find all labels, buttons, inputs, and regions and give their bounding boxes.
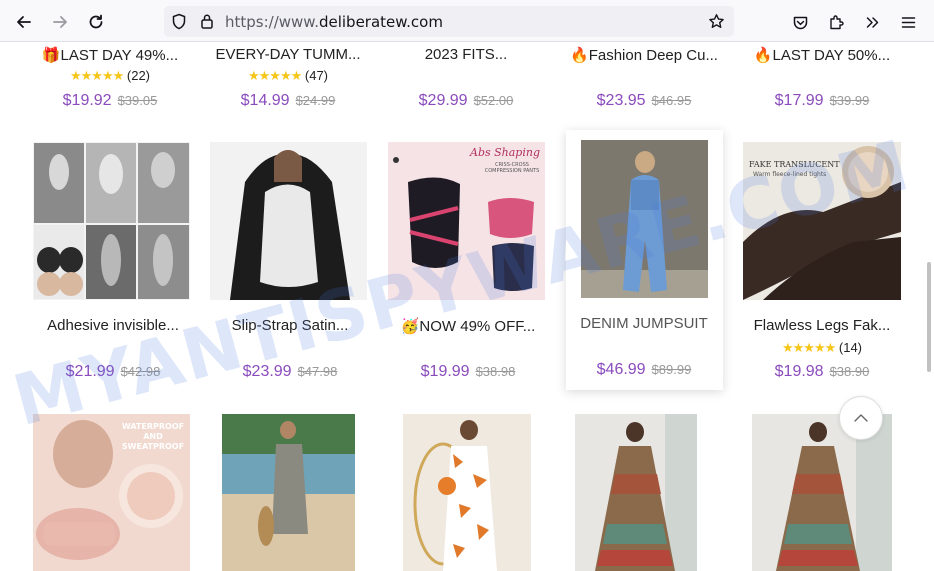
product-image[interactable] [33,142,190,300]
original-price: $52.00 [473,93,514,108]
shield-icon[interactable] [171,13,187,30]
vertical-scrollbar[interactable] [927,42,932,571]
product-rating: ★★★★★ (47) [208,68,368,84]
back-button[interactable] [10,8,38,36]
rating-count: (14) [838,340,863,355]
sale-price: $23.99 [242,363,292,380]
product-price: $17.99 $39.99 [742,92,902,110]
reload-icon [89,14,103,29]
back-arrow-icon [17,16,31,28]
pocket-icon [793,16,807,29]
original-price: $89.99 [651,362,692,377]
product-title[interactable]: EVERY-DAY TUMM... [188,46,388,63]
sale-price: $19.99 [420,363,470,380]
original-price: $42.98 [120,364,161,379]
product-price: $46.99 $89.99 [564,361,724,379]
denim-jumpsuit-image [581,140,708,298]
sale-price: $14.99 [240,92,290,109]
product-title[interactable]: Flawless Legs Fak... [722,317,922,334]
scroll-to-top-button[interactable] [839,396,883,440]
forward-button[interactable] [46,8,74,36]
product-title[interactable]: 🔥Fashion Deep Cu... [544,46,744,64]
bra-collage-image [33,142,190,300]
product-title[interactable]: 🥳NOW 49% OFF... [368,317,568,335]
rating-count: (22) [126,68,151,83]
product-image[interactable] [210,142,367,300]
image-overlay-title: FAKE TRANSLUCENT [749,160,840,169]
product-title[interactable]: 2023 FITS... [366,46,566,63]
original-price: $38.90 [829,364,870,379]
product-price: $23.95 $46.95 [564,92,724,110]
original-price: $24.99 [295,93,336,108]
product-image[interactable]: WATERPROOF AND SWEATPROOF [33,414,190,571]
boho-maxi-dress-image [575,414,697,571]
page-content: 🎁LAST DAY 49%... ★★★★★ (22) $19.92 $39.05… [0,42,934,571]
hamburger-menu-icon [901,16,915,28]
product-rating: ★★★★★ (22) [30,68,190,84]
lock-icon[interactable] [200,13,214,30]
sale-price: $23.95 [596,92,646,109]
product-title[interactable]: 🔥LAST DAY 50%... [722,46,922,64]
original-price: $46.95 [651,93,692,108]
product-image[interactable]: Abs Shaping CRISS-CROSS COMPRESSION PANT… [388,142,545,300]
product-price: $19.99 $38.98 [388,363,548,381]
rating-stars: ★★★★★ [247,68,302,83]
product-image[interactable] [222,414,355,571]
sale-price: $19.98 [774,363,824,380]
pocket-button[interactable] [786,8,814,36]
sale-price: $21.99 [65,363,115,380]
menu-button[interactable] [894,8,922,36]
image-overlay-subtitle: CRISS-CROSS COMPRESSION PANTS [484,162,540,174]
image-overlay-title: Abs Shaping [470,146,540,159]
browser-toolbar: https://www.deliberatew.com [0,0,934,42]
product-image[interactable] [575,414,697,571]
product-image[interactable]: FAKE TRANSLUCENT Warm fleece-lined tight… [743,142,901,300]
scrollbar-thumb[interactable] [927,262,931,372]
product-price: $14.99 $24.99 [208,92,368,110]
forward-arrow-icon [53,16,67,28]
product-image[interactable] [403,414,531,571]
product-price: $19.98 $38.90 [742,363,902,381]
satin-dress-image [210,142,367,300]
rating-stars: ★★★★★ [781,340,836,355]
extensions-button[interactable] [822,8,850,36]
overflow-button[interactable] [858,8,886,36]
product-image[interactable] [581,140,708,298]
rating-count: (47) [304,68,329,83]
sale-price: $29.99 [418,92,468,109]
rating-stars: ★★★★★ [69,68,124,83]
image-overlay-subtitle: Warm fleece-lined tights [753,171,827,178]
product-price: $21.99 $42.98 [33,363,193,381]
puzzle-icon [829,14,844,29]
chevron-up-icon [854,414,868,422]
original-price: $39.99 [829,93,870,108]
sale-price: $19.92 [62,92,112,109]
product-title[interactable]: 🎁LAST DAY 49%... [10,46,210,64]
sale-price: $46.99 [596,361,646,378]
product-title[interactable]: DENIM JUMPSUIT [544,315,744,332]
bookmark-star-icon[interactable] [708,13,725,30]
reload-button[interactable] [82,8,110,36]
product-price: $19.92 $39.05 [30,92,190,110]
url-text[interactable]: https://www.deliberatew.com [225,13,443,31]
url-domain: deliberatew.com [318,13,443,31]
product-rating: ★★★★★ (14) [742,340,902,356]
floral-dress-image [403,414,531,571]
original-price: $47.98 [297,364,338,379]
original-price: $38.98 [475,364,516,379]
product-title[interactable]: Slip-Strap Satin... [190,317,390,334]
url-prefix: https://www. [225,13,319,31]
address-bar[interactable]: https://www.deliberatew.com [164,6,734,37]
product-title[interactable]: Adhesive invisible... [13,317,213,334]
chevron-double-right-icon [866,16,878,28]
product-price: $23.99 $47.98 [210,363,370,381]
original-price: $39.05 [117,93,158,108]
beach-dress-image [222,414,355,571]
sale-price: $17.99 [774,92,824,109]
image-overlay-title: WATERPROOF AND SWEATPROOF [121,422,185,451]
product-price: $29.99 $52.00 [386,92,546,110]
